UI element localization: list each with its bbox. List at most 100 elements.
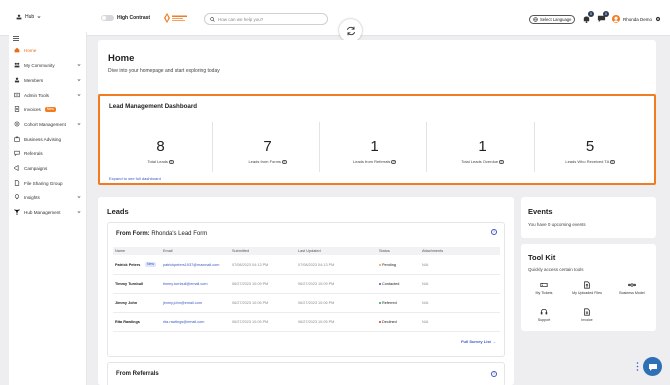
sidebar-item-invoices[interactable]: Invoices New xyxy=(9,103,87,115)
toolkit-panel: Tool Kit Quickly access certain tools My… xyxy=(521,244,656,331)
toggle-switch[interactable] xyxy=(101,15,114,21)
stat-label: Leads from Forms ? xyxy=(216,159,319,165)
lead-status: Declined xyxy=(379,320,397,324)
lead-email[interactable]: timmy.turnbull@email.com xyxy=(163,282,208,286)
info-icon[interactable]: ? xyxy=(169,159,174,165)
form-prefix: From Form: xyxy=(116,231,150,237)
members-icon xyxy=(14,77,20,83)
stat-value: 1 xyxy=(478,138,487,155)
full-survey-link[interactable]: Full Survey List → xyxy=(461,339,496,344)
hub-selector[interactable]: Hub xyxy=(16,14,41,20)
lead-email[interactable]: rita.rawlings@email.com xyxy=(163,320,204,324)
stat-label-text: Total Leads Overdue xyxy=(461,159,499,164)
col-status: Status xyxy=(379,249,390,253)
invoice-icon xyxy=(14,106,20,112)
community-icon xyxy=(14,62,20,68)
help-icon[interactable]: ? xyxy=(491,371,497,377)
tool-my-uploaded-files[interactable]: My Uploaded Files xyxy=(572,281,602,295)
chat-widget-button[interactable] xyxy=(643,357,662,376)
refresh-button[interactable] xyxy=(339,19,362,42)
events-text: You have 0 upcoming events xyxy=(528,222,586,227)
lead-updated: 06/27/2023 10:05 PM xyxy=(298,320,335,324)
status-dot xyxy=(379,283,381,285)
hub-icon xyxy=(16,14,22,20)
menu-icon[interactable] xyxy=(13,36,19,41)
new-lead-badge: New xyxy=(145,262,157,267)
chevron-down-icon[interactable] xyxy=(77,122,81,126)
insights-icon xyxy=(14,194,20,200)
status-dot xyxy=(379,302,381,304)
tool-support[interactable]: Support xyxy=(529,308,559,322)
tickets-icon xyxy=(540,283,548,287)
chevron-down-icon[interactable] xyxy=(77,195,81,199)
status-text: Referred xyxy=(382,301,397,305)
sidebar-item-members[interactable]: Members xyxy=(9,74,87,86)
info-icon[interactable]: ? xyxy=(499,159,504,165)
lead-name: Timmy Turnbull xyxy=(115,282,144,286)
chevron-down-icon[interactable] xyxy=(77,63,81,67)
stat-card: 1 Leads from Referrals ? xyxy=(323,122,427,172)
table-row[interactable]: Timmy Turnbull timmy.turnbull@email.com 06… xyxy=(113,275,500,294)
info-icon[interactable]: ? xyxy=(282,159,287,165)
events-panel: Events You have 0 upcoming events xyxy=(521,197,656,238)
form-leads-card: From Form: Rhonda's Lead Form ? Name Ema… xyxy=(107,222,505,357)
sidebar-item-referrals[interactable]: Referrals xyxy=(9,147,87,159)
table-row[interactable]: Jimmy John jimmy.john@email.com 06/27/2023… xyxy=(113,294,500,313)
sidebar-item-admin-tools[interactable]: Admin Tools xyxy=(9,89,87,101)
stat-label: Total Leads Overdue ? xyxy=(431,159,534,165)
stat-card: 1 Total Leads Overdue ? xyxy=(431,122,535,172)
tool-invoice[interactable]: Invoice xyxy=(572,308,602,322)
sidebar-item-campaigns[interactable]: Campaigns xyxy=(9,162,87,174)
sidebar-item-my-community[interactable]: My Community xyxy=(9,59,87,71)
sidebar-item-business-advising[interactable]: Business Advising xyxy=(9,133,87,145)
high-contrast-label: High Contrast xyxy=(117,15,151,21)
sidebar-item-cohort-management[interactable]: Cohort Management xyxy=(9,118,87,130)
lead-name: Patrick Peters xyxy=(115,263,141,267)
messages-button[interactable]: 0 xyxy=(597,11,609,23)
sidebar-item-label: Home xyxy=(24,47,37,53)
chevron-down-icon[interactable] xyxy=(77,210,81,214)
user-menu[interactable]: Rhonda Demo xyxy=(612,15,661,23)
support-icon xyxy=(540,309,548,315)
dashboard-title: Lead Management Dashboard xyxy=(109,103,198,110)
sidebar-item-hub-management[interactable]: Hub Management xyxy=(9,206,87,218)
status-text: Contacted xyxy=(382,282,400,286)
sidebar-item-insights[interactable]: Insights xyxy=(9,191,87,203)
stat-value: 1 xyxy=(370,138,379,155)
gear-icon[interactable] xyxy=(655,16,661,22)
stat-card: 7 Leads from Forms ? xyxy=(216,122,320,172)
table-row[interactable]: Patrick Peters New patrickpeters1937@maxma… xyxy=(113,256,500,275)
sidebar-item-label: Referrals xyxy=(24,150,43,156)
lead-name: Rita Rawlings xyxy=(115,320,140,324)
hub-mgmt-icon xyxy=(14,209,20,215)
info-icon[interactable]: ? xyxy=(391,159,396,165)
drag-handle-icon[interactable] xyxy=(636,362,639,371)
lead-submitted: 07/08/2023 04:13 PM xyxy=(232,263,269,267)
high-contrast-toggle[interactable]: High Contrast xyxy=(101,15,150,21)
expand-dashboard-link[interactable]: Expand to see full dashboard xyxy=(109,176,161,181)
lead-email[interactable]: patrickpeters1937@maxmail.com xyxy=(163,263,219,267)
lead-email[interactable]: jimmy.john@email.com xyxy=(163,301,202,305)
search-icon xyxy=(210,16,215,22)
search-input[interactable]: How can we help you? xyxy=(218,17,263,22)
uploaded-files-icon xyxy=(584,281,590,289)
tool-business-model[interactable]: Business Model xyxy=(617,281,647,295)
info-icon[interactable]: ? xyxy=(610,159,615,165)
chat-icon xyxy=(648,363,657,371)
help-icon[interactable]: ? xyxy=(491,229,497,235)
sidebar-item-home[interactable]: Home xyxy=(9,44,87,56)
new-badge: New xyxy=(44,106,56,112)
tool-label: My Uploaded Files xyxy=(572,291,602,295)
referral-leads-card: From Referrals ? xyxy=(107,362,505,385)
table-row[interactable]: Rita Rawlings rita.rawlings@email.com 06/2… xyxy=(113,313,500,332)
sidebar-item-file-sharing-group[interactable]: File Sharing Group xyxy=(9,177,87,189)
language-selector[interactable]: Select Language xyxy=(529,15,575,24)
brand-logo[interactable] xyxy=(163,12,191,24)
toolkit-subtitle: Quickly access certain tools xyxy=(528,267,584,272)
tool-label: Support xyxy=(537,318,551,322)
notifications-button[interactable]: 0 xyxy=(582,11,594,23)
tool-my-tickets[interactable]: My Tickets xyxy=(529,281,559,295)
chevron-down-icon[interactable] xyxy=(77,78,81,82)
search-bar[interactable]: How can we help you? xyxy=(204,13,328,25)
chevron-down-icon[interactable] xyxy=(77,93,81,97)
